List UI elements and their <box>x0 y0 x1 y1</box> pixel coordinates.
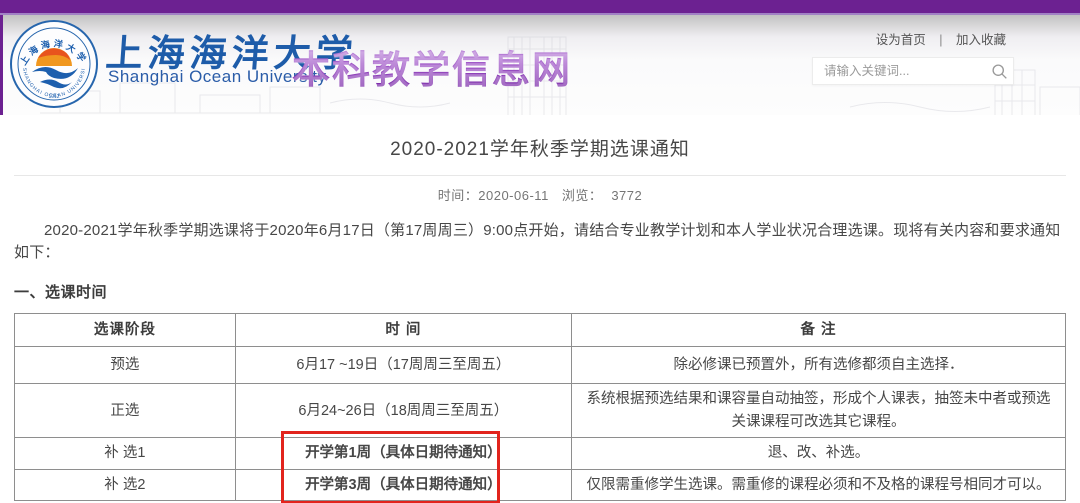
top-purple-bar <box>0 0 1080 13</box>
page-title: 2020-2021学年秋季学期选课通知 <box>390 139 690 160</box>
stage-cell: 补 选1 <box>14 437 236 470</box>
time-cell: 6月24~26日（18周周三至周五） <box>234 383 573 439</box>
notice-article: 2020-2021学年秋季学期选课通知 时间：2020-06-11 浏览： 3772… <box>0 115 1080 503</box>
stage-cell: 补 选2 <box>14 468 236 502</box>
university-logo: 上海海洋大学 SHANGHAI OCEAN UNIVERSITY 1912 <box>10 20 98 108</box>
table-header-row: 选课阶段时 间备 注 <box>14 312 1066 347</box>
stage-cell: 预选 <box>14 345 236 385</box>
views-label: 浏览： <box>561 188 603 203</box>
time-cell: 6月17 ~19日（17周周三至周五） <box>234 345 573 385</box>
search-icon[interactable] <box>991 63 1008 80</box>
search-box <box>812 57 1014 85</box>
table-row: 正选 6月24~26日（18周周三至周五） 系统根据预选结果和课容量自动抽签，形成个… <box>14 383 1066 439</box>
section1-heading: 一、选课时间 <box>14 283 108 301</box>
add-favorite-link[interactable]: 加入收藏 <box>956 33 1006 47</box>
stage-cell: 正选 <box>14 383 236 439</box>
time-cell: 开学第1周（具体日期待通知） <box>234 437 573 470</box>
title-divider <box>14 175 1066 176</box>
link-separator: | <box>939 33 943 47</box>
set-home-link[interactable]: 设为首页 <box>876 33 926 47</box>
table-row: 补 选2 开学第3周（具体日期待通知） 仅限需重修学生选课。需重修的课程必须和不及格… <box>14 468 1066 502</box>
views-value: 3772 <box>611 188 643 203</box>
table-column-header: 时 间 <box>234 312 573 347</box>
article-meta: 时间：2020-06-11 浏览： 3772 <box>14 185 1066 204</box>
time-value: 2020-06-11 <box>478 188 549 203</box>
table-column-header: 选课阶段 <box>14 312 236 347</box>
time-label: 时间： <box>437 188 479 203</box>
remark-cell: 除必修课已预置外，所有选修都须自主选择． <box>571 345 1066 385</box>
time-cell: 开学第3周（具体日期待通知） <box>234 468 573 502</box>
table-row: 补 选1 开学第1周（具体日期待通知） 退、改、补选。 <box>14 437 1066 470</box>
course-selection-table: 选课阶段时 间备 注 预选 6月17 ~19日（17周周三至周五） 除必修课已预置外… <box>14 312 1066 502</box>
remark-cell: 系统根据预选结果和课容量自动抽签，形成个人课表，抽签未中者或预选关课课程可改选其… <box>571 383 1066 439</box>
table-row: 预选 6月17 ~19日（17周周三至周五） 除必修课已预置外，所有选修都须自主选择… <box>14 345 1066 385</box>
remark-cell: 退、改、补选。 <box>571 437 1066 470</box>
logo-year: 1912 <box>48 94 59 100</box>
header-left-accent <box>0 15 3 115</box>
site-name: 本科教学信息网 <box>292 39 572 94</box>
remark-cell: 仅限需重修学生选课。需重修的课程必须和不及格的课程号相同才可以。 <box>571 468 1066 502</box>
intro-paragraph: 2020-2021学年秋季学期选课将于2020年6月17日（第17周周三）9:0… <box>14 222 1061 261</box>
quick-links: 设为首页 | 加入收藏 <box>876 29 1006 48</box>
table-wrapper: 选课阶段时 间备 注 预选 6月17 ~19日（17周周三至周五） 除必修课已预置外… <box>14 312 1066 503</box>
table-column-header: 备 注 <box>571 312 1066 347</box>
search-input[interactable] <box>813 64 991 78</box>
site-header: 上海海洋大学 SHANGHAI OCEAN UNIVERSITY 1912 上海… <box>0 13 1080 115</box>
